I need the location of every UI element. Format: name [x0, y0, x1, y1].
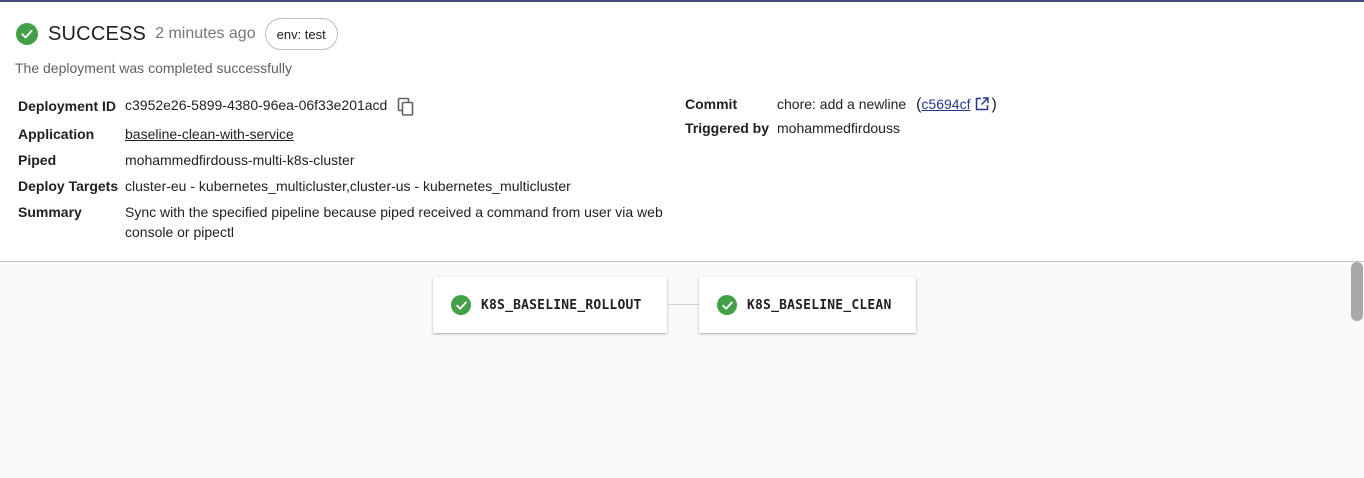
triggered-by-label: Triggered by [685, 120, 770, 136]
check-circle-icon [451, 295, 471, 315]
deployment-details-right: Commit chore: add a newline (c5694cf ) T… [685, 92, 1285, 140]
application-label: Application [18, 126, 95, 142]
stage-name: K8S_BASELINE_CLEAN [747, 297, 892, 313]
pipeline-area: K8S_BASELINE_ROLLOUT K8S_BASELINE_CLEAN [0, 262, 1364, 478]
commit-value: chore: add a newline (c5694cf ) [777, 94, 997, 115]
open-in-new-icon[interactable] [975, 96, 990, 110]
deployment-id-value: c3952e26-5899-4380-96ea-06f33e201acd [125, 95, 415, 116]
application-link[interactable]: baseline-clean-with-service [125, 124, 294, 146]
deployment-id-row: Deployment ID c3952e26-5899-4380-96ea-06… [18, 92, 678, 120]
deployment-description: The deployment was completed successfull… [15, 60, 293, 76]
stage-connector [667, 304, 699, 305]
summary-label: Summary [18, 204, 82, 220]
status-label: SUCCESS [48, 22, 147, 45]
status-time: 2 minutes ago [155, 25, 256, 42]
commit-row: Commit chore: add a newline (c5694cf ) [685, 92, 1285, 116]
commit-message: chore: add a newline [777, 95, 907, 112]
piped-row: Piped mohammedfirdouss-multi-k8s-cluster [18, 150, 678, 172]
commit-hash-link[interactable]: c5694cf [921, 96, 970, 112]
check-circle-icon [717, 295, 737, 315]
deployment-id-label: Deployment ID [18, 98, 117, 114]
triggered-by-row: Triggered by mohammedfirdouss [685, 118, 1285, 140]
deployment-id-text: c3952e26-5899-4380-96ea-06f33e201acd [125, 97, 388, 114]
deployment-details-left: Deployment ID c3952e26-5899-4380-96ea-06… [18, 92, 678, 242]
deployment-header: SUCCESS 2 minutes ago env: test The depl… [0, 2, 1364, 261]
piped-label: Piped [18, 152, 57, 168]
status-row: SUCCESS 2 minutes ago env: test [16, 18, 338, 50]
triggered-by-value: mohammedfirdouss [777, 120, 900, 136]
commit-label: Commit [685, 96, 738, 112]
pipeline-stage-baseline-rollout[interactable]: K8S_BASELINE_ROLLOUT [433, 277, 667, 333]
check-circle-icon [16, 23, 38, 45]
copy-icon[interactable] [397, 97, 415, 117]
deploy-targets-label: Deploy Targets [18, 178, 119, 194]
deploy-targets-row: Deploy Targets cluster-eu - kubernetes_m… [18, 176, 678, 198]
application-row: Application baseline-clean-with-service [18, 124, 678, 146]
piped-value: mohammedfirdouss-multi-k8s-cluster [125, 152, 355, 168]
scrollbar-thumb[interactable] [1351, 262, 1363, 321]
env-chip[interactable]: env: test [264, 18, 338, 50]
summary-value: Sync with the specified pipeline because… [125, 204, 663, 240]
summary-row: Summary Sync with the specified pipeline… [18, 202, 678, 242]
pipeline-stage-baseline-clean[interactable]: K8S_BASELINE_CLEAN [699, 277, 916, 333]
stage-name: K8S_BASELINE_ROLLOUT [481, 297, 642, 313]
vertical-scrollbar[interactable] [1350, 262, 1364, 478]
commit-close-paren: ) [991, 95, 997, 113]
deploy-targets-value: cluster-eu - kubernetes_multicluster,clu… [125, 178, 571, 194]
